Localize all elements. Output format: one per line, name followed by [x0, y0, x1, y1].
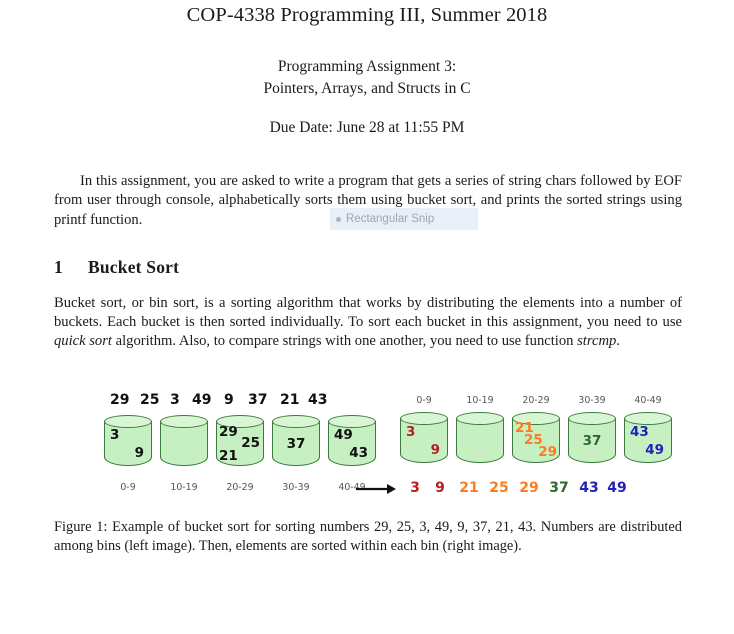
right-bucket-row: 3 9 21 25 29 37 43 49: [400, 412, 672, 467]
bucket-cylinder: 37: [272, 415, 320, 470]
transform-arrow-icon: [356, 484, 396, 494]
sorted-number: 37: [549, 480, 569, 496]
bucket-number: 9: [134, 445, 144, 461]
bucket-cylinder: [160, 415, 208, 470]
bucket-cylinder: 49 43: [328, 415, 376, 470]
bucket-number: 49: [645, 442, 664, 458]
input-number: 29: [110, 392, 130, 408]
section-heading: 1 Bucket Sort: [54, 257, 734, 278]
sorted-number: 3: [410, 480, 420, 496]
bucket-contents: 43 49: [624, 419, 672, 465]
bucket-range-label: 10-19: [466, 395, 494, 406]
bucket-contents: 49 43: [328, 422, 376, 468]
due-date: Due Date: June 28 at 11:55 PM: [269, 119, 465, 136]
bucket-cylinder: [456, 412, 504, 467]
bucket-cylinder: 21 25 29: [512, 412, 560, 467]
bucket-contents: [160, 422, 208, 468]
bucket-range-label: 30-39: [282, 482, 310, 493]
sorted-number: 25: [489, 480, 509, 496]
subtitle-line-1: Programming Assignment 3:: [277, 58, 457, 75]
page-title: COP-4338 Programming III, Summer 2018: [186, 4, 548, 26]
intro-paragraph: In this assignment, you are asked to wri…: [54, 172, 682, 230]
sorted-number: 49: [607, 480, 627, 496]
bucket-range-label: 30-39: [578, 395, 606, 406]
section-text-italic2: strcmp: [577, 333, 617, 350]
right-bucket-range-labels: 0-9 10-19 20-29 30-39 40-49: [400, 395, 672, 406]
bucket-range-label: 0-9: [120, 482, 136, 493]
bucket-contents: 39: [104, 422, 152, 468]
left-bucket-range-labels: 0-9 10-19 20-29 30-39 40-49: [104, 482, 376, 493]
bucket-contents: 21 25 29: [512, 419, 560, 465]
section-number: 1: [54, 256, 63, 277]
bucket-number: 9: [430, 442, 440, 458]
section-paragraph: Bucket sort, or bin sort, is a sorting a…: [54, 294, 682, 352]
bucket-contents: [456, 419, 504, 465]
bucket-number: 43: [630, 424, 649, 440]
section-title: Bucket Sort: [88, 256, 180, 277]
bucket-number: 37: [582, 433, 602, 449]
input-number: 25: [140, 392, 160, 408]
section-text-part3: .: [616, 333, 620, 350]
bucket-number: 3: [406, 424, 416, 440]
input-number: 49: [192, 392, 212, 408]
figure-caption: Figure 1: Example of bucket sort for sor…: [54, 519, 682, 554]
bucket-range-label: 20-29: [226, 482, 254, 493]
sorted-output-row: 3 9 21 25 29 37 43 49: [404, 480, 630, 496]
bucket-range-label: 0-9: [416, 395, 432, 406]
input-sequence-row: 29 25 3 49 9 37 21 43: [110, 392, 334, 408]
sorted-number: 21: [459, 480, 479, 496]
bucket-range-label: 20-29: [522, 395, 550, 406]
bucket-cylinder: 37: [568, 412, 616, 467]
bucket-contents: 37: [272, 422, 320, 468]
input-number: 9: [224, 392, 234, 408]
bucket-sort-figure: 29 25 3 49 9 37 21 43 3 9 29 25 21 37 49 43 0-9 10-19 20…: [0, 390, 734, 505]
bucket-number: 29: [219, 424, 238, 440]
input-number: 3: [170, 392, 180, 408]
bucket-contents: 29 25 21: [216, 422, 264, 468]
section-text-part2: algorithm. Also, to compare strings with…: [111, 333, 578, 350]
bucket-number: 3: [110, 427, 120, 443]
bucket-number: 49: [334, 427, 353, 443]
document-page: COP-4338 Programming III, Summer 2018 Pr…: [0, 0, 734, 634]
bucket-number: 43: [349, 445, 368, 461]
sorted-number: 29: [519, 480, 539, 496]
left-bucket-row: 3 9 29 25 21 37 49 43: [104, 415, 376, 470]
bucket-number: 29: [538, 444, 557, 460]
intro-text: In this assignment, you are asked to wri…: [54, 173, 682, 228]
sorted-number: 43: [579, 480, 599, 496]
input-number: 21: [280, 392, 300, 408]
bucket-number: 25: [241, 435, 260, 451]
bucket-number: 37: [286, 436, 306, 452]
bucket-range-label: 10-19: [170, 482, 198, 493]
input-number: 37: [248, 392, 268, 408]
subtitle-line-2: Pointers, Arrays, and Structs in C: [263, 79, 471, 97]
bucket-number: 21: [219, 448, 238, 464]
bucket-cylinder: 29 25 21: [216, 415, 264, 470]
assignment-subtitle: Programming Assignment 3: Pointers, Arra…: [0, 56, 734, 99]
bucket-range-label: 40-49: [634, 395, 662, 406]
bucket-cylinder: 39: [400, 412, 448, 467]
bucket-cylinder: 39: [104, 415, 152, 470]
section-text-italic1: quick sort: [54, 333, 112, 350]
input-number: 43: [308, 392, 328, 408]
sorted-number: 9: [435, 480, 445, 496]
bucket-contents: 37: [568, 419, 616, 465]
section-text-part1: Bucket sort, or bin sort, is a sorting a…: [54, 294, 682, 331]
bucket-contents: 39: [400, 419, 448, 465]
bucket-cylinder: 43 49: [624, 412, 672, 467]
